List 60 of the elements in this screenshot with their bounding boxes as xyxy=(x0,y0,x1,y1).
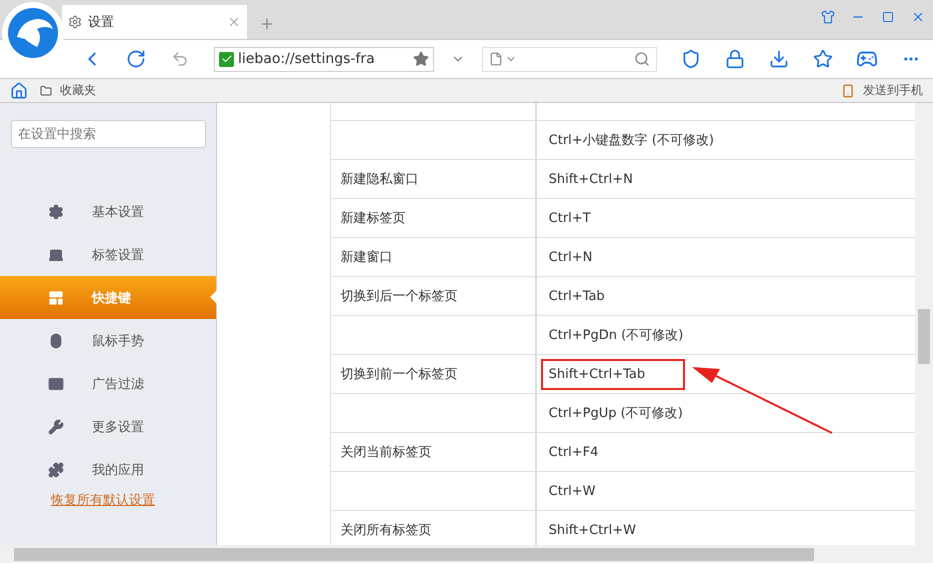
send-to-phone-link[interactable]: 发送到手机 xyxy=(863,82,923,99)
address-bar[interactable]: liebao://settings-fra xyxy=(214,46,434,72)
action-cell: 新建标签页 xyxy=(330,199,537,237)
shortcut-cell-text: Shift+Ctrl+W xyxy=(548,522,637,540)
search-icon xyxy=(634,51,650,67)
window-icon xyxy=(48,376,64,392)
close-tab-icon[interactable] xyxy=(227,15,241,29)
action-cell: 新建窗口 xyxy=(330,238,537,276)
maximize-icon[interactable] xyxy=(882,11,894,23)
folder-icon[interactable] xyxy=(40,84,52,96)
laptop-icon xyxy=(48,246,64,262)
lock-icon[interactable] xyxy=(725,49,745,69)
star-icon[interactable] xyxy=(813,49,833,69)
shirt-icon[interactable] xyxy=(821,10,835,24)
layout-icon xyxy=(48,290,64,306)
undo-icon[interactable] xyxy=(171,50,189,68)
shortcut-cell-text: Ctrl+PgUp (不可修改) xyxy=(548,405,684,423)
settings-search-field[interactable]: 在设置中搜索 xyxy=(11,120,206,148)
action-cell: 切换到前一个标签页 xyxy=(330,355,537,393)
close-icon[interactable] xyxy=(911,10,925,24)
shield-icon[interactable] xyxy=(681,49,701,69)
sidebar-item[interactable]: 更多设置 xyxy=(0,405,216,448)
sidebar-item[interactable]: 我的应用 xyxy=(0,448,216,491)
search-field[interactable] xyxy=(482,46,657,72)
reload-icon[interactable] xyxy=(126,49,146,69)
shortcut-cell-text: Ctrl+N xyxy=(548,248,594,266)
gear-icon xyxy=(48,204,64,220)
page-icon xyxy=(489,52,503,66)
shortcut-cell-text: Ctrl+T xyxy=(548,210,592,228)
home-icon[interactable] xyxy=(10,82,28,100)
gear-icon xyxy=(68,15,82,29)
url-text: liebao://settings-fra xyxy=(238,51,376,67)
star-icon[interactable] xyxy=(413,51,429,67)
shortcut-cell-text: Ctrl+小键盘数字 (不可修改) xyxy=(548,132,715,150)
sidebar-item[interactable]: 鼠标手势 xyxy=(0,319,216,362)
bookmark-folder[interactable]: 收藏夹 xyxy=(60,82,96,99)
sidebar-item[interactable]: 标签设置 xyxy=(0,233,216,276)
browser-tab[interactable]: 设置 xyxy=(62,5,247,39)
mouse-icon xyxy=(48,332,64,348)
plus-icon[interactable] xyxy=(259,16,275,32)
action-cell: 关闭当前标签页 xyxy=(330,433,537,471)
shortcut-cell-text: Ctrl+W xyxy=(548,482,597,500)
action-cell: 切换到后一个标签页 xyxy=(330,277,537,315)
shortcut-cell-text: Ctrl+F4 xyxy=(548,444,600,462)
phone-icon[interactable] xyxy=(841,84,855,98)
vertical-scrollbar[interactable] xyxy=(915,103,933,545)
shortcut-cell-text: Ctrl+Tab xyxy=(548,288,606,306)
shortcut-cell-text: Shift+Ctrl+N xyxy=(548,170,634,188)
sidebar-item[interactable]: 广告过滤 xyxy=(0,362,216,405)
selection-notch xyxy=(210,290,217,304)
tab-title: 设置 xyxy=(88,14,115,31)
highlighted-shortcut: Shift+Ctrl+Tab xyxy=(540,358,685,390)
secure-check-icon xyxy=(219,52,234,66)
horizontal-scrollbar[interactable] xyxy=(0,545,933,563)
sidebar-item[interactable]: 基本设置 xyxy=(0,190,216,233)
download-icon[interactable] xyxy=(769,49,789,69)
action-cell: 新建隐私窗口 xyxy=(330,160,537,198)
puzzle-icon xyxy=(48,462,64,478)
shortcut-cell-text: Ctrl+PgDn (不可修改) xyxy=(548,327,684,345)
wrench-icon xyxy=(48,418,64,434)
